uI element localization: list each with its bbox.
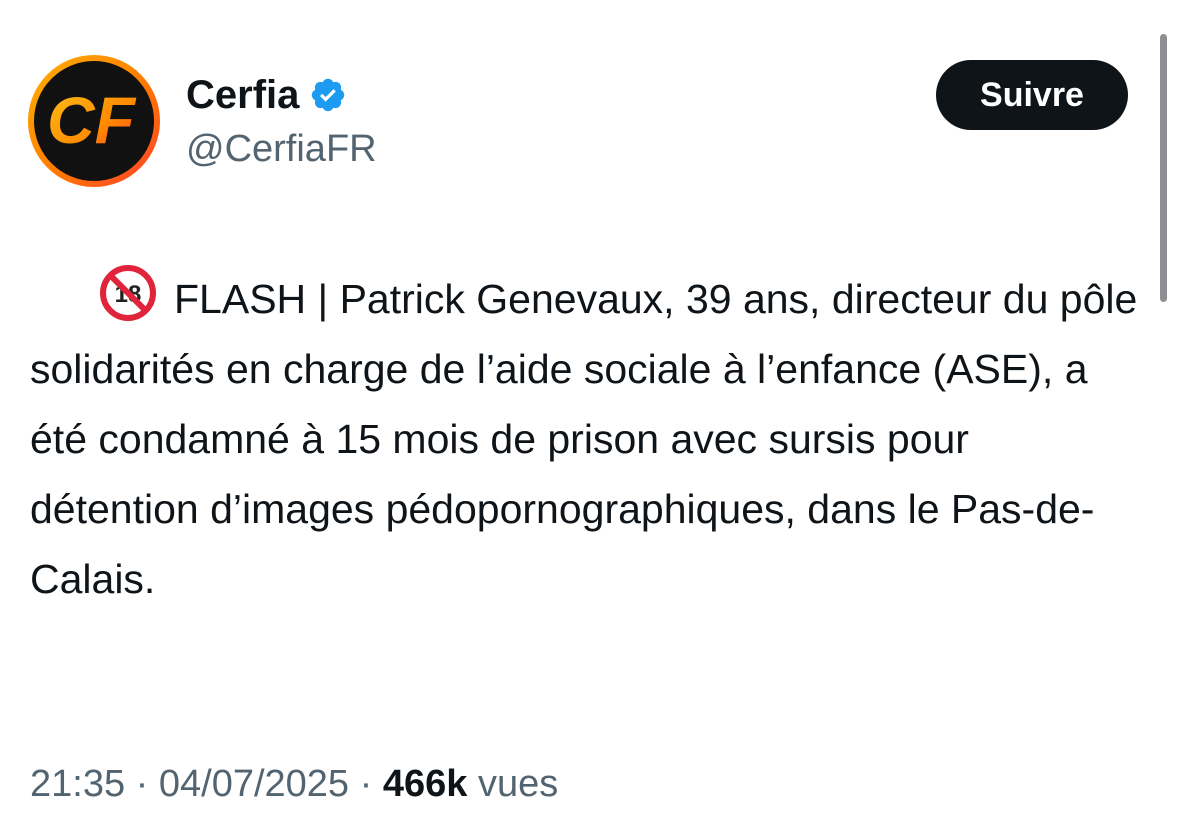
- no-under-18-icon: 18: [100, 265, 156, 321]
- cerfia-logo-icon: CF: [47, 83, 137, 157]
- french-flag-icon: [30, 281, 88, 321]
- tweet-text-line-1: FLASH | Patrick Genevaux, 39 ans,: [174, 276, 821, 322]
- meta-separator: ·: [135, 763, 149, 805]
- views-count: 466k: [382, 763, 468, 805]
- views-label: vues: [477, 763, 559, 805]
- meta-separator: ·: [359, 763, 373, 805]
- tweet-date[interactable]: 04/07/2025: [159, 763, 349, 805]
- avatar[interactable]: CF: [28, 55, 160, 187]
- author-handle[interactable]: @CerfiaFR: [186, 124, 377, 174]
- tweet-text: 18 FLASH | Patrick Genevaux, 39 ans, dir…: [30, 264, 1140, 614]
- tweet-time[interactable]: 21:35: [30, 763, 125, 805]
- svg-text:CF: CF: [47, 83, 137, 157]
- tweet-card: CF Cerfia @CerfiaFR Suivre 18 FLASH | Pa…: [0, 0, 1179, 836]
- author-name-row[interactable]: Cerfia: [186, 70, 347, 120]
- avatar-logo: CF: [34, 61, 154, 181]
- scrollbar[interactable]: [1160, 34, 1167, 302]
- verified-badge-icon: [312, 78, 345, 112]
- tweet-meta: 21:35 · 04/07/2025 · 466k vues: [30, 756, 558, 812]
- author-name[interactable]: Cerfia: [186, 70, 299, 120]
- follow-button[interactable]: Suivre: [936, 60, 1128, 130]
- tweet-text-rest: directeur du pôle solidarités en charge …: [30, 276, 1138, 602]
